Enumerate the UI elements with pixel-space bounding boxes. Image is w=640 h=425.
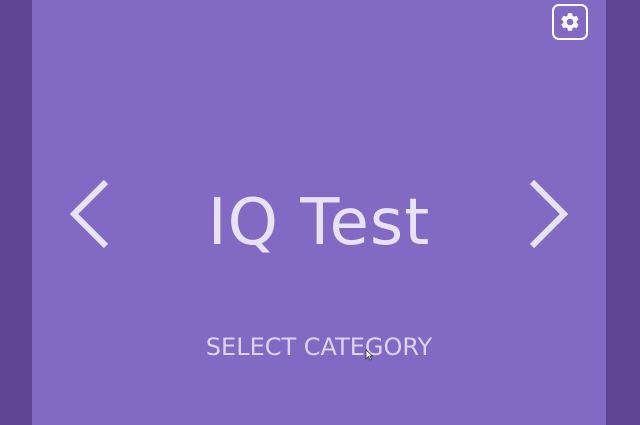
settings-button[interactable]: [552, 4, 588, 40]
main-panel: IQ Test SELECT CATEGORY: [32, 0, 606, 425]
chevron-right-icon: [526, 178, 570, 250]
game-screen: IQ Test SELECT CATEGORY: [0, 0, 640, 425]
game-title: IQ Test: [207, 186, 431, 260]
gear-icon: [559, 11, 581, 33]
mouse-cursor-icon: [365, 346, 374, 361]
next-arrow-button[interactable]: [526, 178, 570, 250]
select-category-button[interactable]: SELECT CATEGORY: [32, 330, 606, 364]
